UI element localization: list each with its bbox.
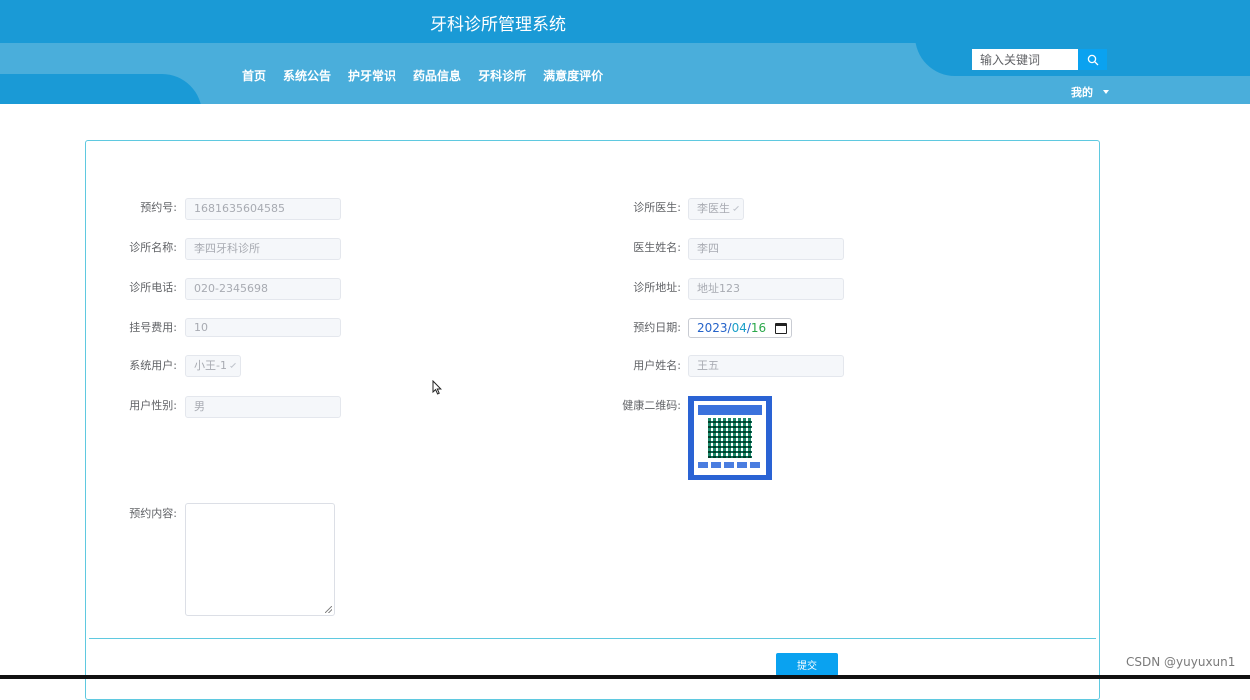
date-value: 2023/04/16 — [697, 321, 767, 335]
qr-card-header — [698, 405, 762, 415]
header-curve-left — [0, 74, 202, 104]
label-appointment-content: 预约内容: — [129, 507, 177, 520]
search-box — [972, 49, 1107, 70]
system-user-select[interactable]: 小王-1 — [185, 355, 241, 377]
label-doctor-name: 医生姓名: — [633, 241, 681, 254]
site-title: 牙科诊所管理系统 — [430, 15, 566, 35]
label-clinic-address: 诊所地址: — [633, 281, 681, 294]
label-clinic-phone: 诊所电话: — [129, 281, 177, 294]
appointment-no-field[interactable]: 1681635604585 — [185, 198, 341, 220]
label-health-qr: 健康二维码: — [622, 399, 681, 412]
clinic-name-field[interactable]: 李四牙科诊所 — [185, 238, 341, 260]
nav-medicine[interactable]: 药品信息 — [413, 67, 461, 84]
system-user-value: 小王-1 — [194, 359, 227, 372]
label-appointment-no: 预约号: — [140, 201, 177, 214]
chevron-down-icon — [733, 204, 739, 211]
nav-home[interactable]: 首页 — [242, 67, 266, 84]
search-icon — [1087, 54, 1098, 65]
doctor-name-field[interactable]: 李四 — [688, 238, 844, 260]
nav-clinics[interactable]: 牙科诊所 — [478, 67, 526, 84]
appointment-content-textarea[interactable] — [185, 503, 335, 616]
top-header: 牙科诊所管理系统 首页 系统公告 护牙常识 药品信息 牙科诊所 满意度评价 我的 — [0, 0, 1250, 104]
label-clinic-doctor: 诊所医生: — [633, 201, 681, 214]
nav-announcements[interactable]: 系统公告 — [283, 67, 331, 84]
qr-code-icon — [708, 418, 752, 458]
appointment-date-input[interactable]: 2023/04/16 — [688, 318, 792, 338]
resize-grip-icon[interactable] — [325, 606, 332, 613]
label-appointment-date: 预约日期: — [633, 321, 681, 334]
nav-satisfaction[interactable]: 满意度评价 — [543, 67, 603, 84]
clinic-doctor-value: 李医生 — [697, 202, 730, 215]
mouse-cursor-icon — [432, 380, 442, 395]
bottom-bar — [0, 675, 1250, 679]
label-clinic-name: 诊所名称: — [129, 241, 177, 254]
form-divider — [89, 638, 1096, 639]
health-qr-image[interactable] — [688, 396, 772, 480]
label-user-name: 用户姓名: — [633, 359, 681, 372]
clinic-address-field[interactable]: 地址123 — [688, 278, 844, 300]
main-nav: 首页 系统公告 护牙常识 药品信息 牙科诊所 满意度评价 — [242, 67, 620, 84]
label-system-user: 系统用户: — [129, 359, 177, 372]
clinic-doctor-select[interactable]: 李医生 — [688, 198, 744, 220]
user-name-field[interactable]: 王五 — [688, 355, 844, 377]
user-gender-field[interactable]: 男 — [185, 396, 341, 418]
qr-card-footer — [698, 462, 762, 468]
search-button[interactable] — [1078, 49, 1107, 70]
qr-card — [694, 401, 766, 475]
chevron-down-icon — [230, 361, 236, 368]
calendar-icon[interactable] — [775, 322, 787, 334]
submit-button[interactable]: 提交 — [776, 653, 838, 676]
caret-down-icon — [1103, 90, 1109, 94]
label-user-gender: 用户性别: — [129, 399, 177, 412]
clinic-phone-field[interactable]: 020-2345698 — [185, 278, 341, 300]
registration-fee-field[interactable]: 10 — [185, 318, 341, 337]
user-menu-label: 我的 — [1071, 86, 1093, 99]
appointment-form-panel: 预约号: 1681635604585 诊所医生: 李医生 诊所名称: 李四牙科诊… — [85, 140, 1100, 700]
label-registration-fee: 挂号费用: — [129, 321, 177, 334]
search-input[interactable] — [972, 49, 1078, 70]
watermark: CSDN @yuyuxun1 — [1126, 655, 1236, 669]
user-menu[interactable]: 我的 — [1071, 84, 1109, 100]
nav-dental-care[interactable]: 护牙常识 — [348, 67, 396, 84]
